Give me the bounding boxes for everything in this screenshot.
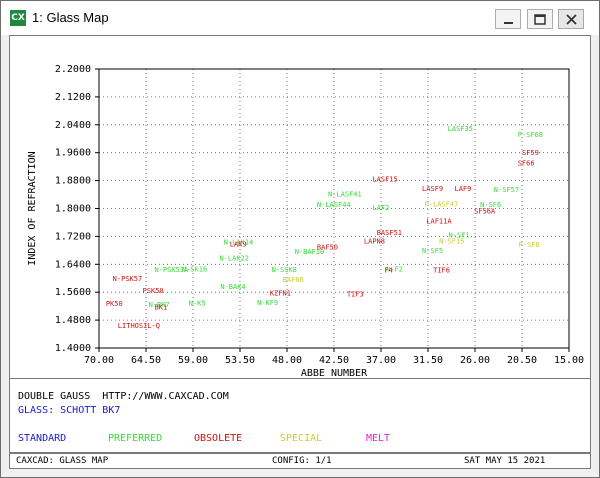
info-panel: DOUBLE GAUSS HTTP://WWW.CAXCAD.COM GLASS… (9, 379, 591, 453)
glass-point-label: N-PSK53A (155, 266, 190, 274)
glass-point-label: BAFN6 (283, 276, 304, 284)
legend-preferred: PREFERRED (108, 433, 163, 444)
y-tick-label: 2.1200 (55, 92, 91, 103)
glass-map-window: CX 1: Glass Map 70.00 64.50 59.00 53.50 48.0… (0, 0, 600, 478)
glass-point-label: LAF9 (454, 185, 471, 193)
reference-glass: GLASS: SCHOTT BK7 (18, 405, 121, 416)
glass-point-label: BK1 (155, 304, 168, 312)
x-tick-label: 70.00 (84, 355, 114, 366)
glass-point-label: TIF3 (347, 290, 364, 298)
x-tick-label: 26.00 (460, 355, 490, 366)
glass-point-label: F4 (384, 266, 392, 274)
x-tick-label: 59.00 (178, 355, 208, 366)
glass-map-chart: 70.00 64.50 59.00 53.50 48.00 42.50 37.00 31.50… (27, 64, 584, 379)
glass-point-label: BASF51 (377, 229, 402, 237)
glass-points: P-SF68LASF35N-LASF41LAF2N-LASF44 N-SF6N-S… (106, 125, 543, 330)
y-tick-label: 1.8800 (55, 176, 91, 187)
x-axis-label: ABBE NUMBER (301, 368, 368, 378)
minimize-icon (504, 22, 513, 24)
glass-point-label: LITHOSIL-Q (118, 322, 160, 330)
maximize-button[interactable] (527, 9, 553, 29)
glass-point-label: N-PSK57 (113, 275, 143, 283)
glass-point-label: SF66 (518, 160, 535, 168)
y-tick-label: 2.0400 (55, 120, 91, 131)
glass-point-label: N-KF9 (257, 299, 278, 307)
status-left: CAXCAD: GLASS MAP (16, 456, 109, 466)
window-title: 1: Glass Map (32, 10, 109, 25)
close-button[interactable] (558, 9, 584, 29)
x-tick-label: 15.00 (554, 355, 584, 366)
x-tick-label: 31.50 (413, 355, 443, 366)
y-tick-label: 1.5600 (55, 287, 91, 298)
legend-special: SPECIAL (280, 433, 323, 444)
status-config: CONFIG: 1/1 (272, 456, 332, 466)
minimize-button[interactable] (495, 9, 521, 29)
glass-point-label: BAF50 (317, 243, 338, 251)
y-axis-label: INDEX OF REFRACTION (27, 151, 38, 265)
glass-point-label: LASF9 (422, 185, 443, 193)
legend-obsolete: OBSOLETE (194, 433, 243, 444)
glass-point-label: LAPN8 (364, 237, 385, 245)
maximize-icon (534, 14, 546, 25)
y-tick-label: 1.7200 (55, 231, 91, 242)
x-tick-labels: 70.00 64.50 59.00 53.50 48.00 42.50 37.00 31.50… (84, 355, 584, 366)
x-tick-label: 48.00 (272, 355, 302, 366)
x-tick-label: 42.50 (319, 355, 349, 366)
y-tick-labels: 2.2000 2.1200 2.0400 1.9600 1.8800 1.8000 1.72… (55, 64, 91, 354)
glass-point-label: P-LASF47 (425, 200, 459, 208)
glass-point-label: TIF6 (433, 266, 450, 274)
glass-point-label: LAF2 (372, 204, 389, 212)
glass-point-label: LAK9 (230, 241, 247, 249)
glass-point-label: LASF35 (448, 125, 473, 133)
x-tick-label: 37.00 (366, 355, 396, 366)
glass-point-label: N-LAK22 (219, 254, 249, 262)
glass-point-label: N-LASF41 (328, 190, 362, 198)
y-tick-label: 2.2000 (55, 64, 91, 75)
glass-point-label: P-SF68 (518, 131, 543, 139)
app-icon: CX (10, 10, 26, 26)
y-tick-label: 1.4000 (55, 343, 91, 354)
glass-point-label: P-SF8 (519, 241, 540, 249)
glass-point-label: SF56A (474, 208, 496, 216)
y-tick-label: 1.8000 (55, 204, 91, 215)
glass-point-label: KZFN1 (270, 289, 291, 297)
status-bar: CAXCAD: GLASS MAP CONFIG: 1/1 SAT MAY 15… (9, 453, 591, 469)
y-tick-label: 1.6400 (55, 259, 91, 270)
glass-point-label: LASF15 (372, 175, 397, 183)
legend-melt: MELT (366, 433, 391, 444)
title-bar[interactable]: CX 1: Glass Map (1, 1, 599, 35)
lens-description: DOUBLE GAUSS HTTP://WWW.CAXCAD.COM (18, 391, 229, 402)
glass-point-label: PSK50 (143, 287, 164, 295)
legend-standard: STANDARD (18, 433, 67, 444)
y-tick-label: 1.4800 (55, 315, 91, 326)
close-icon (566, 14, 577, 25)
glass-point-label: SF59 (522, 149, 539, 157)
x-tick-label: 53.50 (225, 355, 255, 366)
x-tick-label: 64.50 (131, 355, 161, 366)
glass-map-plot-area[interactable]: 70.00 64.50 59.00 53.50 48.00 42.50 37.00 31.50… (9, 35, 591, 379)
glass-point-label: N-SF15 (439, 238, 464, 246)
glass-point-label: PK50 (106, 300, 123, 308)
y-tick-label: 1.9600 (55, 148, 91, 159)
glass-point-label: N-SF57 (494, 186, 519, 194)
glass-point-label: N-SF5 (422, 247, 443, 255)
glass-point-label: N-SSK8 (272, 266, 297, 274)
glass-point-label: N-K5 (189, 299, 206, 307)
x-tick-label: 20.50 (507, 355, 537, 366)
status-date: SAT MAY 15 2021 (464, 456, 546, 466)
glass-point-label: N-LASF44 (317, 201, 351, 209)
glass-point-label: N-BAK4 (220, 283, 245, 291)
glass-point-label: LAF11A (426, 217, 452, 225)
